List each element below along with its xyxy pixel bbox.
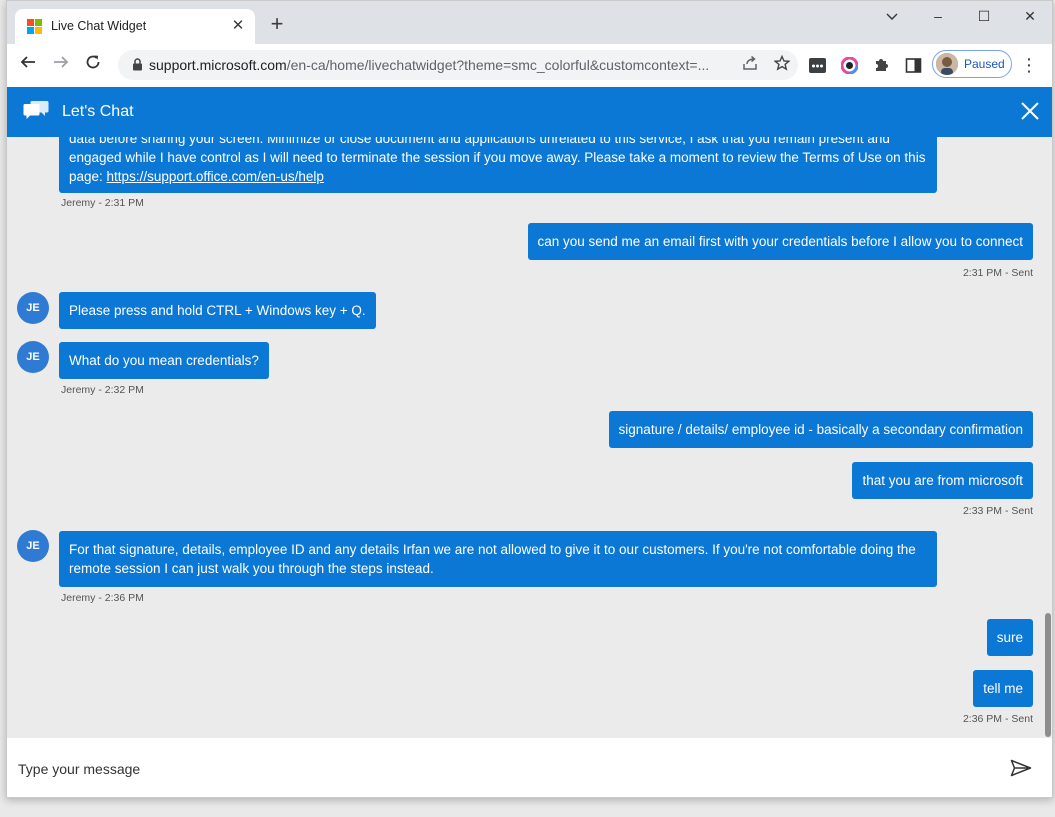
puzzle-extensions-icon[interactable] [873, 57, 890, 74]
profile-avatar [936, 53, 958, 75]
forward-button[interactable] [48, 52, 74, 78]
agent-message: data before sharing your screen. Minimiz… [59, 137, 937, 193]
message-meta: 2:33 PM - Sent [962, 505, 1033, 517]
agent-message: Please press and hold CTRL + Windows key… [59, 292, 376, 329]
chat-bubbles-icon [23, 98, 49, 127]
message-meta: 2:36 PM - Sent [962, 713, 1033, 725]
agent-avatar: JE [17, 341, 49, 373]
tab-close-icon[interactable]: ✕ [229, 17, 247, 35]
message-meta: 2:31 PM - Sent [962, 267, 1033, 279]
agent-message: What do you mean credentials? [59, 342, 269, 379]
url-path: /en-ca/home/livechatwidget?theme=smc_col… [286, 57, 710, 73]
maximize-button[interactable]: ☐ [961, 5, 1007, 27]
arrow-left-icon [20, 56, 35, 68]
url-text: support.microsoft.com/en-ca/home/livecha… [149, 57, 709, 73]
side-panel-icon[interactable] [905, 57, 922, 74]
close-chat-icon[interactable] [1020, 101, 1042, 123]
profile-status: Paused [964, 57, 1005, 71]
share-icon[interactable] [740, 55, 760, 75]
agent-message: For that signature, details, employee ID… [59, 531, 937, 587]
arrow-right-icon [54, 56, 69, 68]
back-button[interactable] [15, 52, 41, 78]
message-input[interactable] [16, 757, 980, 781]
lock-icon [132, 58, 143, 76]
message-text: For that signature, details, employee ID… [69, 542, 916, 576]
reload-button[interactable] [80, 52, 106, 78]
message-meta: Jeremy - 2:36 PM [61, 592, 144, 604]
browser-toolbar: support.microsoft.com/en-ca/home/livecha… [7, 44, 1052, 87]
color-picker-extension-icon[interactable] [840, 56, 859, 75]
send-icon[interactable] [1010, 759, 1032, 782]
reload-icon [86, 55, 100, 69]
minimize-button[interactable]: ‒ [915, 5, 961, 27]
chat-scrollbar[interactable] [1045, 613, 1051, 737]
browser-window: Live Chat Widget ✕ + ‒ ☐ ✕ support.micro… [6, 0, 1053, 798]
message-text: Please press and hold CTRL + Windows key… [69, 303, 366, 318]
address-bar[interactable]: support.microsoft.com/en-ca/home/livecha… [118, 50, 798, 80]
browser-menu-icon[interactable]: ⋮ [1020, 54, 1038, 76]
message-meta: Jeremy - 2:31 PM [61, 197, 144, 209]
terms-link[interactable]: https://support.office.com/en-us/help [107, 169, 324, 184]
chat-header: Let's Chat [7, 87, 1052, 137]
user-message: can you send me an email first with your… [527, 223, 1033, 260]
message-text: What do you mean credentials? [69, 353, 259, 368]
chevron-down-icon [886, 13, 898, 20]
message-text: sure [996, 630, 1023, 645]
message-composer [7, 738, 1052, 797]
message-text: signature / details/ employee id - basic… [618, 422, 1023, 437]
message-text: tell me [983, 681, 1023, 696]
message-meta: Jeremy - 2:32 PM [61, 384, 144, 396]
microsoft-logo-icon [27, 19, 43, 35]
user-message: that you are from microsoft [852, 462, 1033, 499]
new-tab-button[interactable]: + [265, 13, 289, 37]
close-window-button[interactable]: ✕ [1007, 5, 1052, 27]
user-message: tell me [973, 670, 1033, 707]
user-message: sure [986, 619, 1033, 656]
chat-title: Let's Chat [62, 103, 134, 120]
tab-search-button[interactable] [869, 5, 915, 27]
tab-strip: Live Chat Widget ✕ + ‒ ☐ ✕ [7, 1, 1052, 44]
tab-title: Live Chat Widget [51, 19, 147, 33]
browser-tab[interactable]: Live Chat Widget ✕ [15, 9, 255, 44]
chat-transcript[interactable]: data before sharing your screen. Minimiz… [7, 137, 1052, 738]
user-message: signature / details/ employee id - basic… [608, 411, 1033, 448]
message-text: that you are from microsoft [862, 473, 1023, 488]
message-text: can you send me an email first with your… [537, 234, 1024, 249]
agent-avatar: JE [17, 530, 49, 562]
bookmark-star-icon[interactable] [772, 54, 792, 75]
url-host: support.microsoft.com [149, 57, 287, 73]
profile-button[interactable]: Paused [932, 50, 1012, 78]
agent-avatar: JE [17, 292, 49, 324]
extension-dots-icon[interactable] [809, 57, 826, 74]
